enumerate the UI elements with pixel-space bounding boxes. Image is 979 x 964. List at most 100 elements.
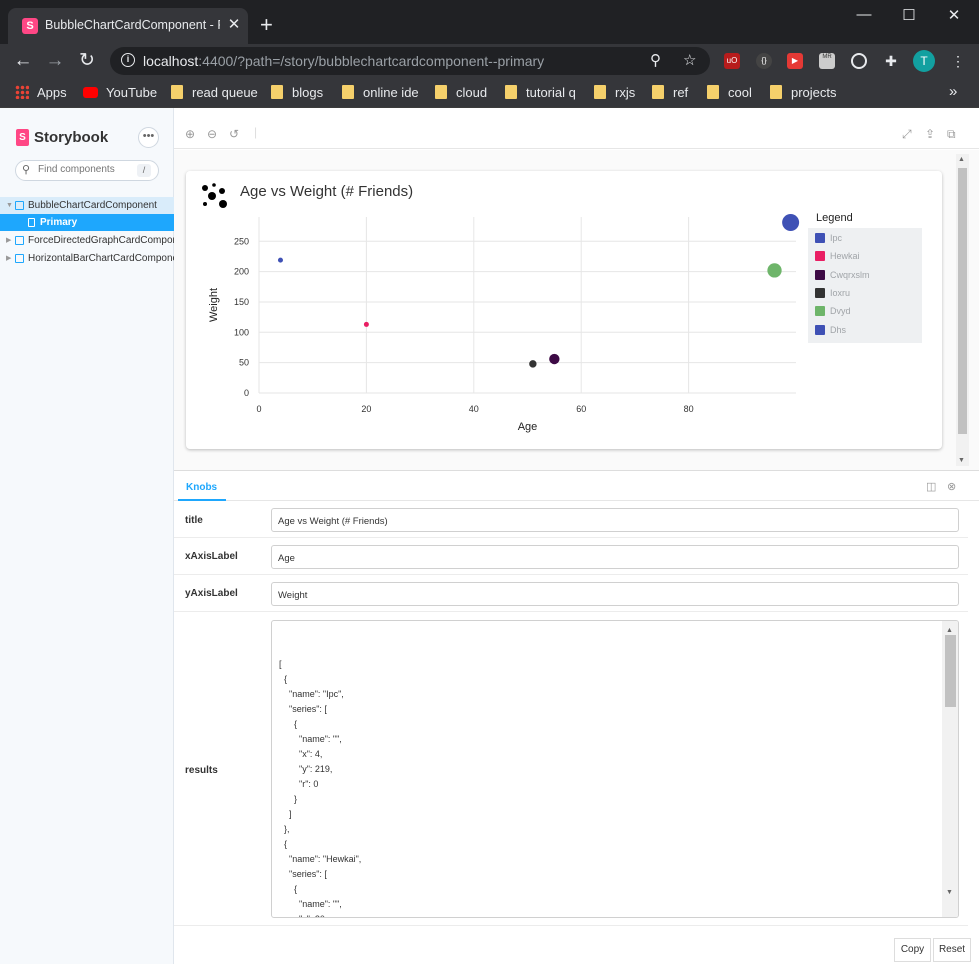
knob-input-results[interactable]: [ { "name": "Ipc", "series": [ { "name":…	[271, 620, 959, 918]
search-shortcut-hint: /	[137, 164, 151, 177]
knob-input-xaxis[interactable]: Age	[271, 545, 959, 569]
knob-input-title[interactable]: Age vs Weight (# Friends)	[271, 508, 959, 532]
results-json-text: [ { "name": "Ipc", "series": [ { "name":…	[279, 659, 362, 917]
profile-avatar[interactable]: T	[913, 50, 935, 72]
y-tick-label: 0	[244, 388, 249, 398]
address-bar[interactable]: i localhost:4400/?path=/story/bubblechar…	[110, 47, 710, 75]
legend-item[interactable]: Dhs	[815, 324, 846, 339]
fullscreen-icon[interactable]: ⤢	[902, 127, 912, 142]
more-bookmarks-icon[interactable]: »	[949, 83, 957, 100]
caret-right-icon: ▶	[6, 237, 12, 244]
preview-scrollbar[interactable]: ▲ ▼	[956, 154, 969, 466]
copy-button[interactable]: Copy	[894, 938, 931, 962]
knob-label-xaxis: xAxisLabel	[185, 551, 238, 562]
panel-orientation-icon[interactable]: ◫	[926, 480, 936, 493]
bookmark-folder[interactable]: cloud	[435, 85, 487, 101]
bookmark-folder[interactable]: rxjs	[594, 85, 635, 101]
target-icon[interactable]	[851, 53, 867, 69]
bubble-point	[529, 360, 537, 368]
video-extension-icon[interactable]: ▶	[787, 53, 803, 69]
legend-swatch	[815, 233, 825, 243]
url-path: :4400/?path=/story/bubblechartcardcompon…	[198, 53, 545, 69]
zoom-out-icon[interactable]: ⊖	[207, 127, 217, 141]
legend-item[interactable]: Ipc	[815, 233, 842, 247]
legend-item[interactable]: Dvyd	[815, 306, 851, 320]
bubble-point	[767, 263, 782, 278]
component-icon	[15, 254, 24, 263]
mra-icon[interactable]: MR	[819, 53, 835, 69]
bookmark-folder[interactable]: read queue	[171, 85, 258, 101]
scroll-down-icon[interactable]: ▼	[958, 457, 965, 464]
reload-icon[interactable]: ↻	[75, 49, 99, 73]
info-icon[interactable]: i	[121, 53, 135, 67]
bubble-chart-icon	[202, 183, 227, 208]
scroll-down-icon[interactable]: ▼	[946, 885, 953, 900]
legend-label: Dvyd	[830, 306, 851, 317]
star-icon[interactable]: ☆	[683, 51, 696, 69]
scroll-thumb[interactable]	[958, 168, 967, 434]
legend-item[interactable]: Hewkai	[815, 251, 860, 265]
addons-tabbar: Knobs ◫ ⊗	[174, 471, 979, 501]
scroll-up-icon[interactable]: ▲	[958, 156, 965, 163]
tab-knobs[interactable]: Knobs	[186, 482, 217, 493]
bookmark-apps[interactable]: Apps	[15, 85, 67, 101]
zoom-reset-icon[interactable]: ↺	[229, 127, 239, 141]
url-text[interactable]: localhost:4400/?path=/story/bubblechartc…	[143, 53, 544, 69]
legend-label: Ipc	[830, 233, 843, 243]
legend-swatch	[815, 324, 825, 335]
bookmarks-bar: Apps YouTube read queue blogs online ide…	[0, 78, 979, 108]
apps-grid-icon	[15, 85, 29, 99]
bookmark-folder[interactable]: ref	[652, 85, 688, 101]
bookmark-folder[interactable]: cool	[707, 85, 752, 101]
bookmark-folder[interactable]: online ide	[342, 85, 419, 101]
bubble-chart: 0 50 100 150 200 250 0 20 40 60 80 Age Weight	[208, 213, 800, 433]
storybook-brand[interactable]: Storybook	[34, 129, 108, 146]
back-icon[interactable]: ←	[11, 49, 35, 73]
knob-input-yaxis[interactable]: Weight	[271, 582, 959, 606]
forward-icon[interactable]: →	[43, 49, 67, 73]
results-scrollbar[interactable]: ▲ ▼	[942, 621, 958, 917]
more-menu-button[interactable]: •••	[138, 127, 159, 148]
browser-tab[interactable]: S BubbleChartCardComponent - Pr ✕	[8, 8, 248, 44]
kebab-menu-icon[interactable]: ⋮	[950, 53, 966, 69]
zoom-in-icon[interactable]: ⊕	[185, 127, 195, 141]
close-tab-icon[interactable]: ✕	[226, 17, 242, 33]
bookmark-folder[interactable]: projects	[770, 85, 837, 101]
sidebar-item-horizontalbar[interactable]: ▶ HorizontalBarChartCardComponent	[0, 250, 174, 267]
bubble-chart-card: Age vs Weight (# Friends) 0 50 100 150 200 25…	[186, 171, 942, 449]
component-icon	[15, 236, 24, 245]
legend-label: Hewkai	[830, 251, 860, 262]
minimize-icon[interactable]: —	[852, 6, 876, 26]
bookmark-folder[interactable]: blogs	[271, 85, 323, 101]
y-tick-label: 200	[234, 267, 249, 277]
close-panel-icon[interactable]: ⊗	[947, 480, 956, 493]
maximize-icon[interactable]: ☐	[897, 6, 921, 26]
search-icon: ⚲	[22, 164, 31, 176]
x-tick-label: 60	[576, 404, 586, 414]
scroll-thumb[interactable]	[945, 635, 956, 707]
copy-link-icon[interactable]: ⧉	[947, 127, 956, 142]
legend-item[interactable]: Cwqrxslm	[815, 269, 870, 284]
folder-icon	[171, 85, 183, 99]
search-input[interactable]	[38, 164, 133, 175]
extension-icon[interactable]: {}	[756, 53, 772, 69]
folder-icon	[435, 85, 447, 99]
y-tick-label: 250	[234, 236, 249, 246]
legend-swatch	[815, 306, 825, 317]
legend-item[interactable]: Ioxru	[815, 287, 850, 302]
folder-icon	[505, 85, 517, 99]
ublock-icon[interactable]: uO	[724, 53, 740, 69]
legend-label: Cwqrxslm	[830, 269, 870, 280]
component-search[interactable]: ⚲ /	[15, 160, 159, 181]
reset-button[interactable]: Reset	[933, 938, 971, 962]
sidebar-item-forcedirected[interactable]: ▶ ForceDirectedGraphCardComponent	[0, 232, 174, 249]
close-window-icon[interactable]: ✕	[942, 6, 966, 26]
bookmark-folder[interactable]: tutorial q	[505, 85, 576, 101]
new-tab-icon[interactable]: +	[260, 14, 273, 36]
open-new-tab-icon[interactable]: ⇪	[925, 127, 935, 141]
zoom-icon[interactable]: ⚲	[650, 51, 661, 69]
sidebar-item-bubblechart[interactable]: ▼ BubbleChartCardComponent	[0, 197, 174, 214]
sidebar-item-primary[interactable]: Primary	[0, 214, 174, 231]
puzzle-icon[interactable]: ✚	[883, 53, 899, 69]
bookmark-youtube[interactable]: YouTube	[83, 85, 157, 101]
